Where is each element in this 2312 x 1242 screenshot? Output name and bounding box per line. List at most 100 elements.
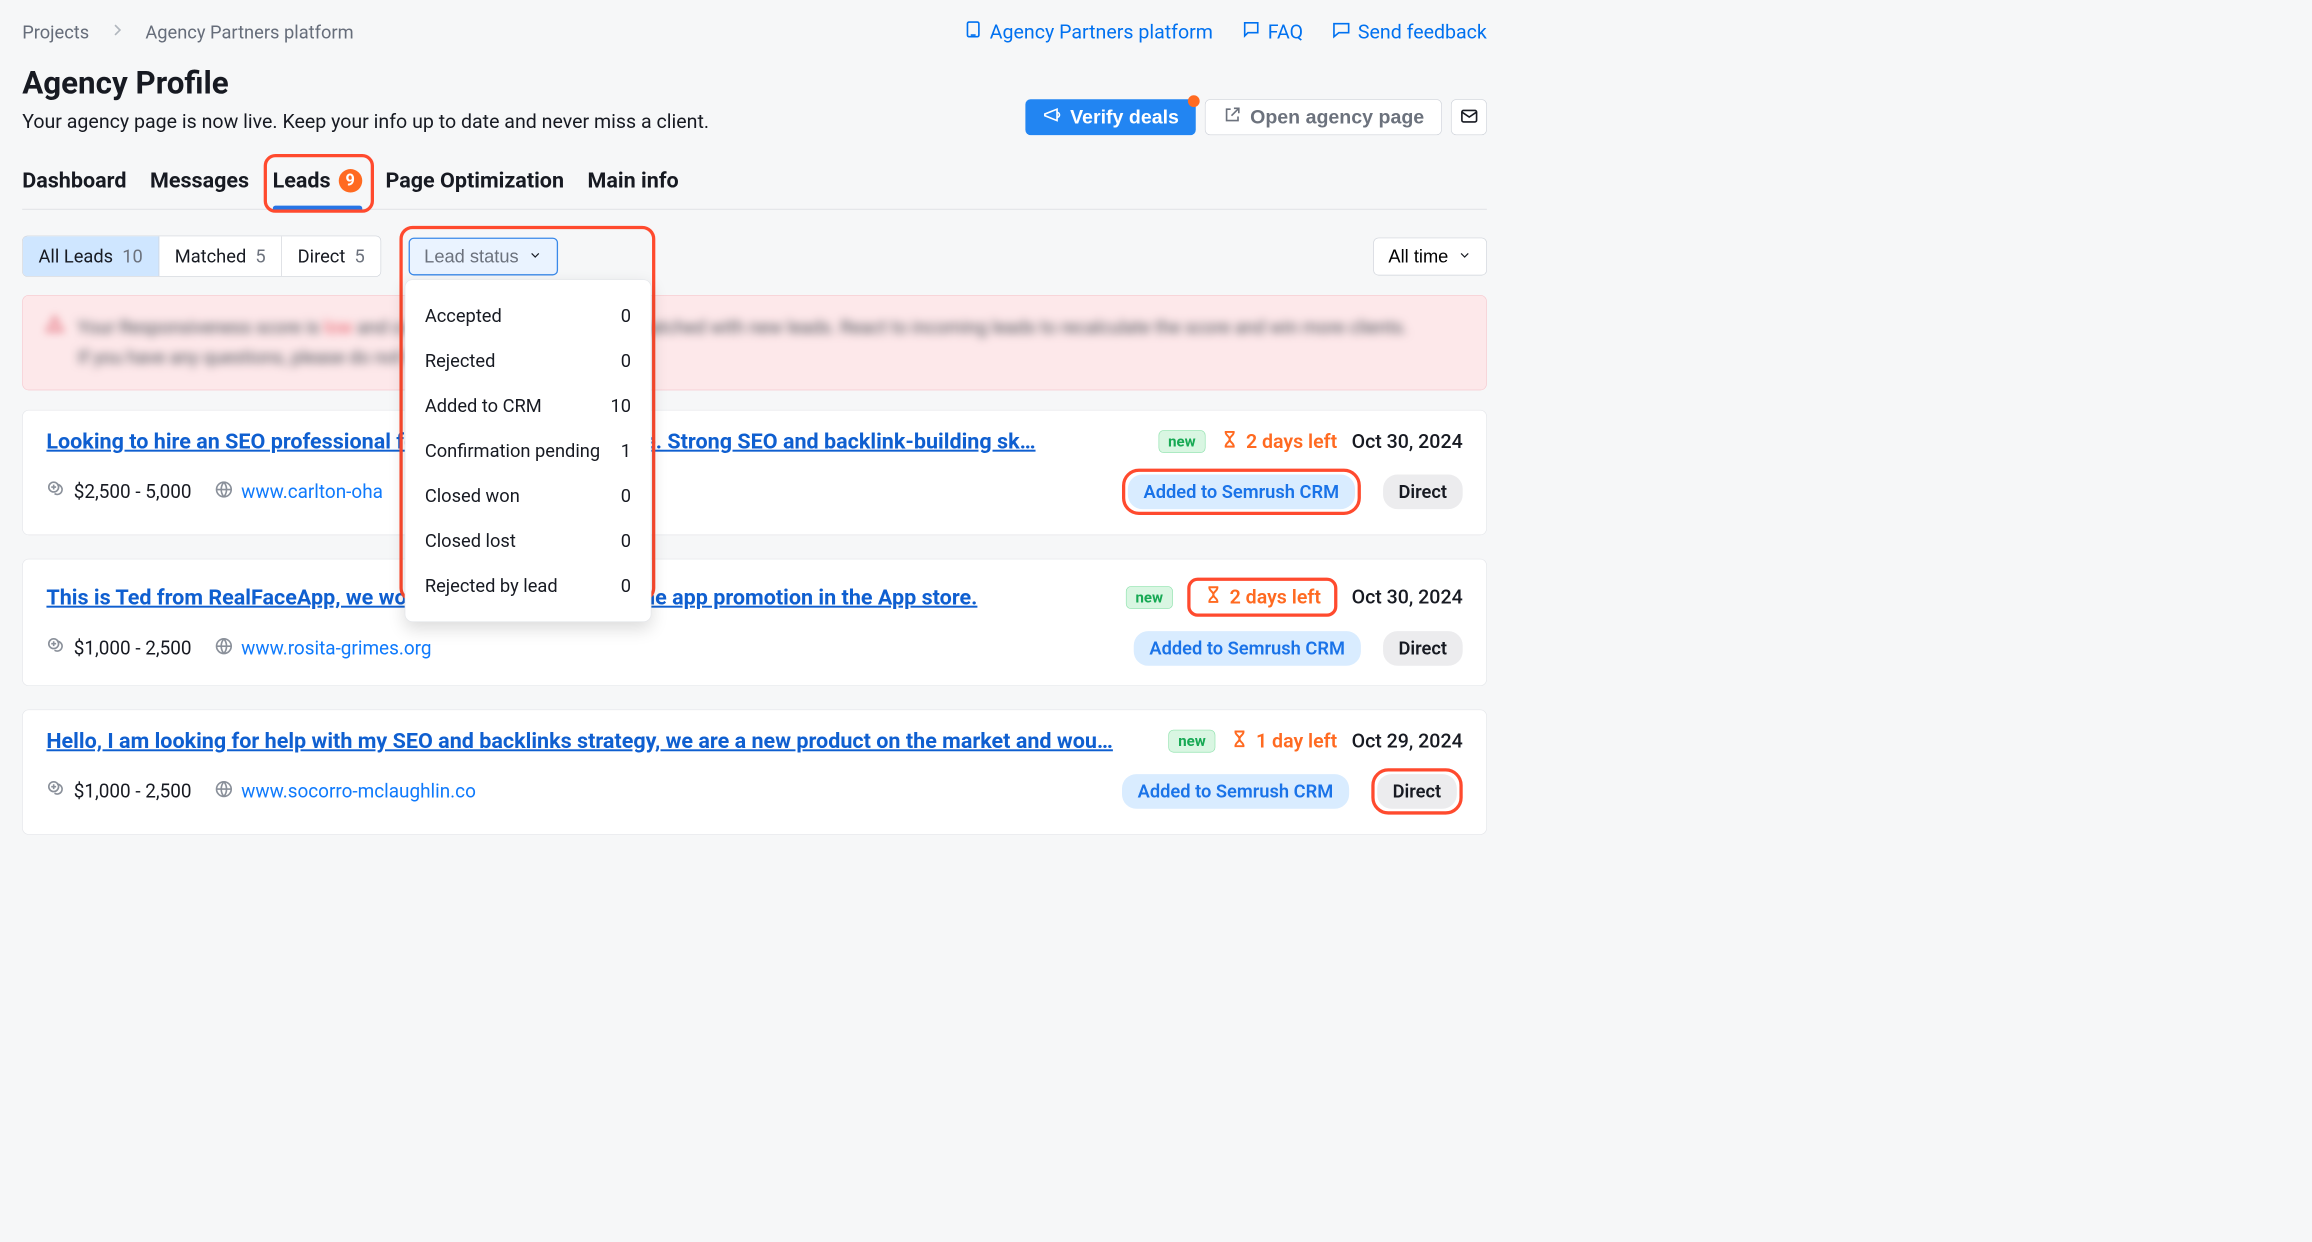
seg-direct[interactable]: Direct 5 — [282, 236, 380, 276]
external-link-icon — [1223, 105, 1243, 130]
megaphone-icon — [1043, 105, 1063, 130]
breadcrumb: Projects Agency Partners platform — [22, 20, 353, 44]
banner-text-2a: If you have any questions, please do — [78, 347, 375, 369]
status-option[interactable]: Rejected by lead 0 — [405, 563, 650, 608]
seg-matched-count: 5 — [255, 245, 265, 267]
chat-icon — [1242, 20, 1262, 45]
coins-icon — [46, 779, 66, 804]
status-option[interactable]: Accepted 0 — [405, 293, 650, 338]
open-agency-page-label: Open agency page — [1250, 106, 1424, 128]
status-option[interactable]: Rejected 0 — [405, 338, 650, 383]
page-subtitle: Your agency page is now live. Keep your … — [22, 110, 709, 133]
lead-card: This is Ted from RealFaceApp, we would l… — [22, 559, 1487, 686]
status-option-count: 0 — [621, 575, 631, 597]
lead-deadline-text: 2 days left — [1246, 430, 1337, 453]
link-feedback-label: Send feedback — [1358, 21, 1487, 44]
lead-budget-text: $2,500 - 5,000 — [74, 481, 192, 503]
status-option-label: Confirmation pending — [425, 440, 600, 462]
lead-website-text: www.socorro-mclaughlin.co — [241, 780, 476, 802]
open-agency-page-button[interactable]: Open agency page — [1205, 99, 1442, 135]
lead-website[interactable]: www.rosita-grimes.org — [214, 636, 432, 661]
banner-text-1a: Your Responsiveness score is — [78, 317, 324, 339]
lead-website[interactable]: www.socorro-mclaughlin.co — [214, 779, 476, 804]
source-chip-wrap: Direct — [1371, 768, 1463, 814]
lead-status-menu: Accepted0Rejected0Added to CRM10Confirma… — [405, 279, 652, 622]
new-badge: new — [1158, 430, 1205, 453]
lead-website[interactable]: www.carlton-oha — [214, 479, 383, 504]
coins-icon — [46, 636, 66, 661]
seg-matched-label: Matched — [175, 245, 247, 267]
lead-budget-text: $1,000 - 2,500 — [74, 780, 192, 802]
globe-icon — [214, 779, 234, 804]
status-option[interactable]: Closed won0 — [405, 473, 650, 518]
tab-main-info[interactable]: Main info — [588, 168, 679, 209]
seg-matched[interactable]: Matched 5 — [159, 236, 282, 276]
mail-button[interactable] — [1451, 99, 1487, 135]
link-platform-label: Agency Partners platform — [990, 21, 1213, 44]
lead-deadline: 2 days left — [1220, 429, 1337, 454]
tab-messages[interactable]: Messages — [150, 168, 249, 209]
time-range-dropdown[interactable]: All time — [1373, 237, 1486, 275]
hourglass-icon — [1204, 585, 1224, 610]
status-option-count: 0 — [621, 350, 631, 372]
crm-chip[interactable]: Added to Semrush CRM — [1134, 631, 1361, 666]
new-badge: new — [1126, 586, 1173, 609]
status-option-label: Added to CRM — [425, 395, 542, 417]
status-option-count: 0 — [621, 530, 631, 552]
link-faq[interactable]: FAQ — [1242, 20, 1303, 45]
globe-icon — [214, 636, 234, 661]
lead-status-dropdown[interactable]: Lead status — [408, 237, 557, 275]
notification-dot-icon — [1188, 95, 1200, 107]
lead-date: Oct 29, 2024 — [1352, 730, 1463, 753]
crm-chip[interactable]: Added to Semrush CRM — [1122, 774, 1349, 809]
hourglass-icon — [1220, 429, 1240, 454]
status-option-label: Rejected by lead — [425, 575, 558, 597]
tabs: Dashboard Messages Leads 9 Page Optimiza… — [22, 168, 1487, 210]
source-chip-wrap: Direct — [1383, 631, 1463, 666]
link-faq-label: FAQ — [1268, 21, 1303, 44]
crm-chip-wrap: Added to Semrush CRM — [1122, 774, 1349, 809]
tab-page-optimization[interactable]: Page Optimization — [385, 168, 564, 209]
status-option-count: 0 — [621, 485, 631, 507]
lead-type-segmented: All Leads 10 Matched 5 Direct 5 — [22, 236, 381, 277]
lead-date: Oct 30, 2024 — [1352, 430, 1463, 453]
crm-chip[interactable]: Added to Semrush CRM — [1128, 475, 1355, 510]
lead-budget-text: $1,000 - 2,500 — [74, 637, 192, 659]
status-option-label: Rejected — [425, 350, 496, 372]
lead-website-text: www.rosita-grimes.org — [241, 637, 431, 659]
banner-text-low: low — [324, 317, 353, 339]
coins-icon — [46, 479, 66, 504]
status-option-count: 0 — [621, 304, 631, 326]
seg-all-label: All Leads — [39, 245, 114, 267]
chevron-down-icon — [1457, 246, 1471, 267]
status-option[interactable]: Confirmation pending 1 — [405, 428, 650, 473]
seg-direct-count: 5 — [354, 245, 364, 267]
status-option-count: 1 — [621, 440, 631, 462]
status-option[interactable]: Closed lost0 — [405, 518, 650, 563]
status-option-label: Accepted — [425, 304, 502, 326]
seg-all-count: 10 — [122, 245, 143, 267]
lead-card: Hello, I am looking for help with my SEO… — [22, 709, 1487, 834]
verify-deals-button[interactable]: Verify deals — [1026, 99, 1196, 135]
tab-leads[interactable]: Leads 9 — [273, 168, 362, 209]
source-chip-wrap: Direct — [1383, 475, 1463, 510]
tab-dashboard[interactable]: Dashboard — [22, 168, 126, 209]
mail-icon — [1459, 106, 1479, 128]
status-option[interactable]: Added to CRM 10 — [405, 383, 650, 428]
lead-title[interactable]: Hello, I am looking for help with my SEO… — [46, 728, 1154, 753]
link-platform[interactable]: Agency Partners platform — [964, 20, 1213, 45]
page-title: Agency Profile — [22, 64, 709, 101]
responsiveness-banner: Your Responsiveness score is low and cou… — [22, 295, 1487, 390]
tab-leads-label: Leads — [273, 168, 331, 193]
source-chip[interactable]: Direct — [1383, 475, 1463, 510]
status-option-count: 10 — [611, 395, 632, 417]
verify-deals-label: Verify deals — [1070, 106, 1179, 128]
time-range-label: All time — [1388, 246, 1448, 267]
breadcrumb-root[interactable]: Projects — [22, 21, 89, 43]
source-chip[interactable]: Direct — [1377, 774, 1457, 809]
link-feedback[interactable]: Send feedback — [1332, 20, 1487, 45]
chevron-right-icon — [107, 20, 127, 44]
source-chip[interactable]: Direct — [1383, 631, 1463, 666]
seg-all-leads[interactable]: All Leads 10 — [23, 236, 159, 276]
lead-card: Looking to hire an SEO professional for … — [22, 410, 1487, 535]
